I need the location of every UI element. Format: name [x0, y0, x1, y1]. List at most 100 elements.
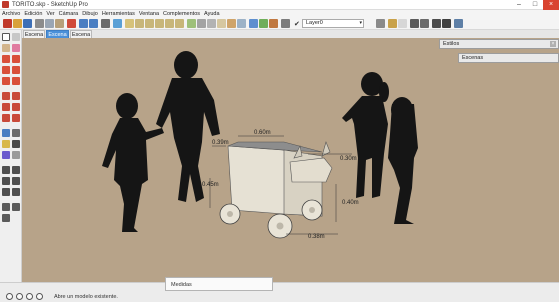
tab-escena-3[interactable]: Escena 3 [70, 30, 92, 46]
back-view-icon[interactable] [165, 19, 174, 28]
menu-complementos[interactable]: Complementos [163, 11, 200, 17]
dimension-label: 0.40m [342, 200, 359, 206]
position-camera-icon[interactable] [420, 19, 429, 28]
photo-match-icon[interactable] [454, 19, 463, 28]
line-pencil-icon[interactable] [12, 55, 20, 63]
eraser-icon[interactable] [12, 44, 20, 52]
menu-edicion[interactable]: Edición [24, 11, 42, 17]
extension-icon[interactable] [269, 19, 278, 28]
tab-escena-2[interactable]: Escena 2 [46, 30, 69, 46]
print-icon[interactable] [101, 19, 110, 28]
help-question-icon[interactable] [36, 293, 43, 300]
select-arrow-icon[interactable] [2, 33, 10, 41]
tray-escenas[interactable]: Escenas [458, 53, 559, 63]
layers-icon[interactable] [281, 19, 290, 28]
sandbox-icon[interactable] [410, 19, 419, 28]
zoom-extents-icon[interactable] [2, 188, 10, 196]
close-button[interactable]: × [543, 0, 559, 10]
user-account-icon[interactable] [26, 293, 33, 300]
save-icon[interactable] [23, 19, 32, 28]
follow-me-icon[interactable] [12, 103, 20, 111]
cut-icon[interactable] [35, 19, 44, 28]
copy-icon[interactable] [45, 19, 54, 28]
modeling-viewport[interactable]: 0.60m 0.39m 0.30m 0.45m 0.40m 0.38m [22, 38, 559, 282]
move-icon[interactable] [2, 92, 10, 100]
menu-camara[interactable]: Cámara [59, 11, 79, 17]
measurements-box[interactable]: Medidas [165, 277, 273, 291]
model-info-icon[interactable] [113, 19, 122, 28]
fog-icon[interactable] [398, 19, 407, 28]
section-plane-tool-icon[interactable] [2, 214, 10, 222]
pan-hand-icon[interactable] [12, 166, 20, 174]
component-icon[interactable] [432, 19, 441, 28]
tape-measure-icon[interactable] [2, 129, 10, 137]
polygon-icon[interactable] [2, 77, 10, 85]
new-file-icon[interactable] [3, 19, 12, 28]
tray-escenas-title: Escenas [462, 55, 484, 61]
offset-icon[interactable] [12, 114, 20, 122]
push-pull-icon[interactable] [12, 92, 20, 100]
open-folder-icon[interactable] [13, 19, 22, 28]
zoom-icon[interactable] [2, 177, 10, 185]
wheel-hub-front-right [309, 207, 315, 213]
dimension-icon[interactable] [12, 129, 20, 137]
orbit-icon[interactable] [2, 166, 10, 174]
chevron-down-icon: ▾ [359, 20, 362, 26]
wheel-hub-rear-left [276, 222, 284, 230]
3d-text-icon[interactable] [12, 151, 20, 159]
shaded-icon[interactable] [217, 19, 226, 28]
rotate-icon[interactable] [2, 103, 10, 111]
shadows-icon[interactable] [388, 19, 397, 28]
dimension-label: 0.45m [202, 182, 219, 188]
left-view-icon[interactable] [175, 19, 184, 28]
maximize-button[interactable]: □ [527, 0, 543, 10]
tray-estilos[interactable]: Estilos × [439, 39, 559, 49]
menu-ver[interactable]: Ver [46, 11, 54, 17]
front-view-icon[interactable] [145, 19, 154, 28]
section-plane-icon[interactable] [376, 19, 385, 28]
walk-icon[interactable] [2, 203, 10, 211]
look-around-icon[interactable] [12, 203, 20, 211]
top-view-icon[interactable] [135, 19, 144, 28]
circle-icon[interactable] [2, 66, 10, 74]
share-model-icon[interactable] [259, 19, 268, 28]
text-tool-icon[interactable] [12, 140, 20, 148]
rectangle-icon[interactable] [2, 55, 10, 63]
protractor-icon[interactable] [2, 140, 10, 148]
wireframe-icon[interactable] [197, 19, 206, 28]
menu-dibujo[interactable]: Dibujo [82, 11, 98, 17]
measurements-label: Medidas [171, 282, 192, 288]
monochrome-icon[interactable] [237, 19, 246, 28]
tray-estilos-title: Estilos [443, 41, 460, 47]
paint-bucket-icon[interactable] [2, 44, 10, 52]
scale-icon[interactable] [2, 114, 10, 122]
erase-icon[interactable] [67, 19, 76, 28]
component-tool-icon[interactable] [12, 33, 20, 41]
layer-dropdown[interactable]: Layer0 ▾ [302, 19, 364, 28]
menu-ayuda[interactable]: Ayuda [204, 11, 220, 17]
xray-icon[interactable] [187, 19, 196, 28]
geo-location-icon[interactable] [6, 293, 13, 300]
menu-herramientas[interactable]: Herramientas [102, 11, 135, 17]
dimension-label: 0.38m [308, 234, 325, 240]
tab-escena-1[interactable]: Escena 1 [23, 30, 45, 46]
shaded-textures-icon[interactable] [227, 19, 236, 28]
right-view-icon[interactable] [155, 19, 164, 28]
iso-view-icon[interactable] [125, 19, 134, 28]
arc-icon[interactable] [12, 66, 20, 74]
axes-icon[interactable] [2, 151, 10, 159]
warehouse-icon[interactable] [249, 19, 258, 28]
minimize-button[interactable]: – [511, 0, 527, 10]
previous-view-icon[interactable] [12, 188, 20, 196]
freehand-icon[interactable] [12, 77, 20, 85]
paste-icon[interactable] [55, 19, 64, 28]
menu-archivo[interactable]: Archivo [2, 11, 20, 17]
undo-icon[interactable] [79, 19, 88, 28]
redo-icon[interactable] [89, 19, 98, 28]
menu-ventana[interactable]: Ventana [139, 11, 159, 17]
credits-icon[interactable] [16, 293, 23, 300]
zoom-window-icon[interactable] [12, 177, 20, 185]
hidden-line-icon[interactable] [207, 19, 216, 28]
close-icon[interactable]: × [550, 41, 556, 47]
solid-tools-icon[interactable] [442, 19, 451, 28]
